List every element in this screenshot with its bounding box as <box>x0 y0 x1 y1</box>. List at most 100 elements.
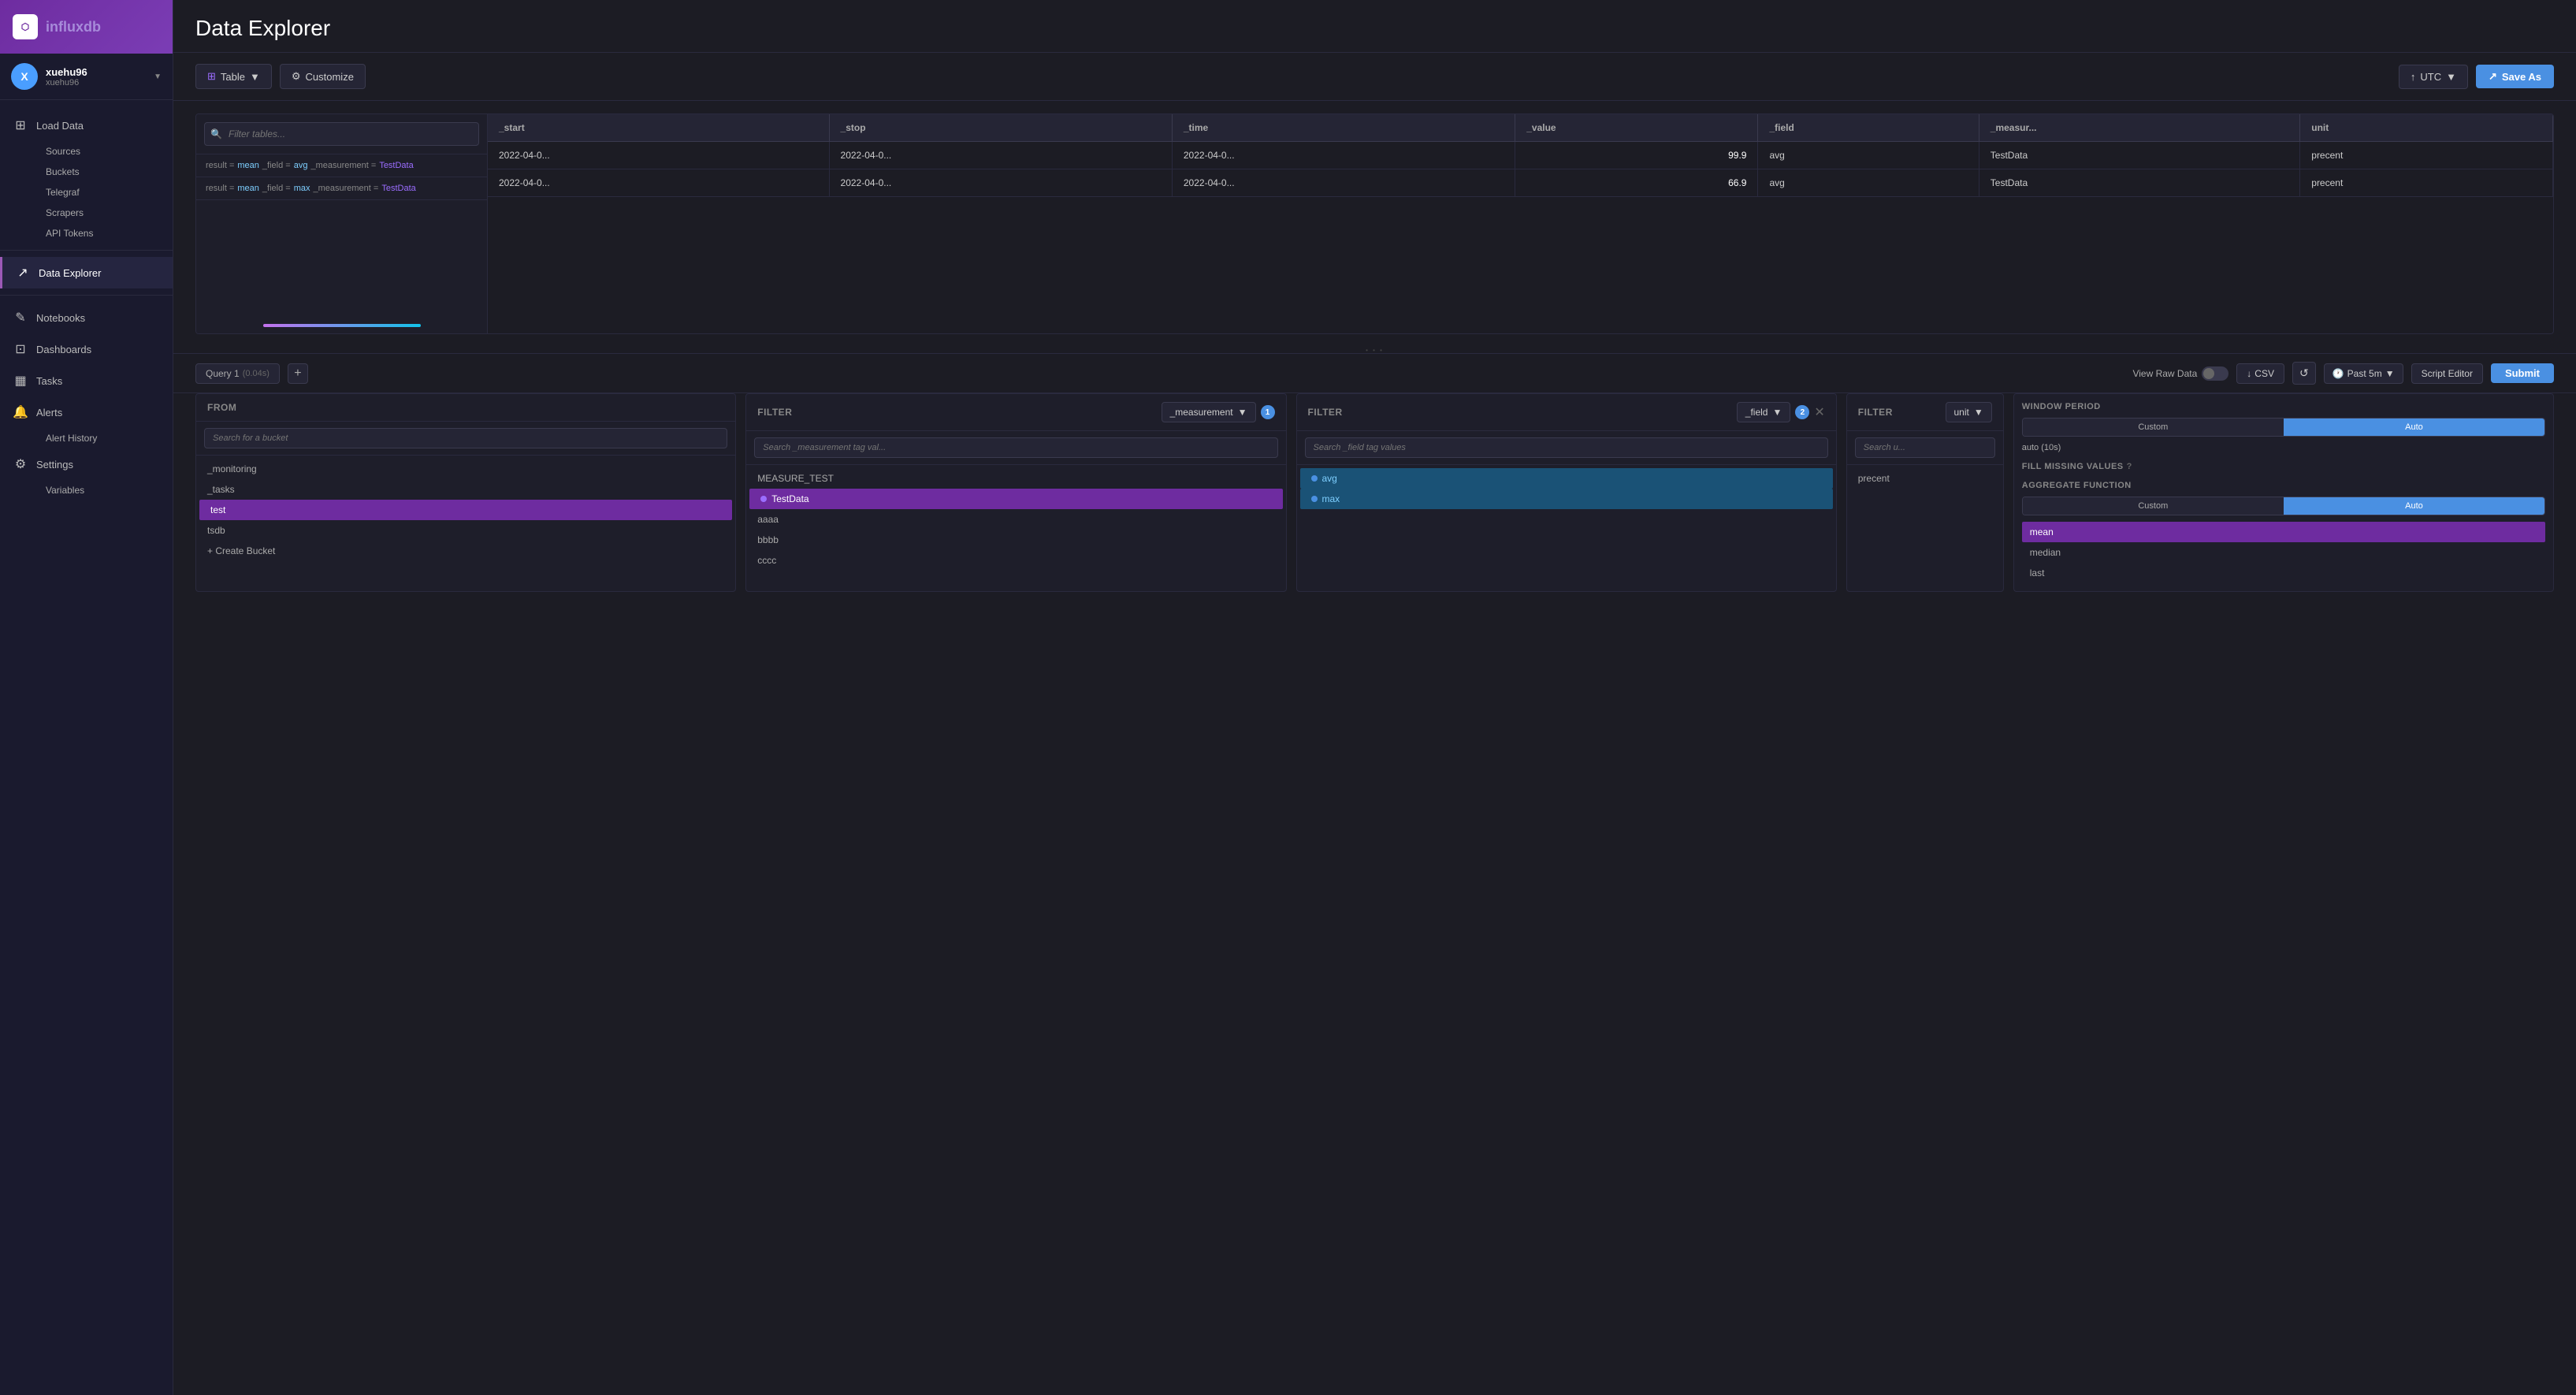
filter-measurement-panel: Filter _measurement ▼ 1 MEASURE_TEST Tes… <box>745 393 1286 592</box>
auto-period-text: auto (10s) <box>2022 443 2545 452</box>
from-panel-header: FROM <box>196 394 735 422</box>
filter-tables-panel: 🔍 result = mean _field = avg _measuremen… <box>196 114 488 333</box>
unit-field-selector[interactable]: unit ▼ <box>1946 402 1992 422</box>
from-panel-title: FROM <box>207 402 236 413</box>
sidebar-item-telegraf[interactable]: Telegraf <box>36 182 173 203</box>
measurement-item-measure-test[interactable]: MEASURE_TEST <box>746 468 1285 489</box>
table-grid-icon: ⊞ <box>207 70 216 83</box>
toggle-knob <box>2203 368 2214 379</box>
field-search-input[interactable] <box>1305 437 1828 458</box>
resize-handle[interactable]: • • • <box>173 347 2576 353</box>
field-item-avg[interactable]: avg <box>1300 468 1833 489</box>
window-auto-tab[interactable]: Auto <box>2284 418 2544 436</box>
query-1-tab[interactable]: Query 1 (0.04s) <box>195 363 280 384</box>
add-query-button[interactable]: + <box>288 363 308 384</box>
bucket-item-test[interactable]: test <box>199 500 732 520</box>
tasks-icon: ▦ <box>13 373 28 389</box>
measurement-item-bbbb[interactable]: bbbb <box>746 530 1285 550</box>
measurement-search-input[interactable] <box>754 437 1277 458</box>
sidebar-item-api-tokens[interactable]: API Tokens <box>36 223 173 244</box>
settings-icon: ⚙ <box>13 456 28 472</box>
sidebar-item-load-data[interactable]: ⊞ Load Data <box>0 110 173 141</box>
filter-field-close[interactable]: ✕ <box>1814 404 1824 420</box>
measurement-item-testdata[interactable]: TestData <box>749 489 1282 509</box>
table-row-item-1[interactable]: result = mean _field = avg _measurement … <box>196 154 487 177</box>
agg-item-median[interactable]: median <box>2022 542 2545 563</box>
cell-start-1: 2022-04-0... <box>488 142 829 169</box>
agg-custom-tab[interactable]: Custom <box>2023 497 2284 515</box>
time-range-button[interactable]: 🕐 Past 5m ▼ <box>2324 363 2403 384</box>
filter-tables-input[interactable] <box>204 122 479 146</box>
filter-measurement-items: MEASURE_TEST TestData aaaa bbbb cccc <box>746 465 1285 574</box>
sidebar-item-notebooks[interactable]: ✎ Notebooks <box>0 302 173 333</box>
bucket-item-monitoring[interactable]: _monitoring <box>196 459 735 479</box>
sidebar-item-sources[interactable]: Sources <box>36 141 173 162</box>
sidebar-item-data-explorer[interactable]: ↗ Data Explorer <box>0 257 173 288</box>
submit-button[interactable]: Submit <box>2491 363 2554 383</box>
sidebar-item-dashboards[interactable]: ⊡ Dashboards <box>0 333 173 365</box>
table-row-item-2[interactable]: result = mean _field = max _measurement … <box>196 177 487 200</box>
fill-missing-title: Fill missing values ? <box>2022 462 2545 471</box>
sidebar-item-alert-history[interactable]: Alert History <box>36 428 173 448</box>
user-menu[interactable]: X xuehu96 xuehu96 ▼ <box>0 54 173 100</box>
sidebar-item-variables[interactable]: Variables <box>36 480 173 500</box>
refresh-button[interactable]: ↺ <box>2292 362 2316 385</box>
field-item-max[interactable]: max <box>1300 489 1833 509</box>
col-value: _value <box>1515 114 1758 142</box>
measurement-item-aaaa[interactable]: aaaa <box>746 509 1285 530</box>
data-explorer-icon: ↗ <box>15 265 31 281</box>
filter-tables-search: 🔍 <box>196 114 487 154</box>
sidebar-item-tasks[interactable]: ▦ Tasks <box>0 365 173 396</box>
logo[interactable]: ⬡ influxdb <box>0 0 173 54</box>
field-field-selector[interactable]: _field ▼ <box>1737 402 1791 422</box>
filter-unit-title: Filter <box>1858 407 1893 418</box>
bucket-item-tsdb[interactable]: tsdb <box>196 520 735 541</box>
sidebar-item-scrapers[interactable]: Scrapers <box>36 203 173 223</box>
table-dropdown-icon: ▼ <box>250 71 260 83</box>
csv-button[interactable]: ↓ CSV <box>2236 363 2284 384</box>
gear-icon: ⚙ <box>292 70 301 83</box>
agg-item-mean[interactable]: mean <box>2022 522 2545 542</box>
unit-search-input[interactable] <box>1855 437 1995 458</box>
save-as-button[interactable]: ↗ Save As <box>2476 65 2554 88</box>
dropdown-icon: ▼ <box>1238 407 1247 418</box>
filter-unit-header: Filter unit ▼ <box>1847 394 2003 431</box>
from-panel-items: _monitoring _tasks test tsdb + Create Bu… <box>196 456 735 564</box>
measurement-field-selector[interactable]: _measurement ▼ <box>1162 402 1256 422</box>
table-view-button[interactable]: ⊞ Table ▼ <box>195 64 272 89</box>
nav: ⊞ Load Data Sources Buckets Telegraf Scr… <box>0 100 173 1395</box>
cell-time-1: 2022-04-0... <box>1172 142 1515 169</box>
chevron-down-icon: ▼ <box>154 73 162 81</box>
filter-field-title: Filter <box>1308 407 1343 418</box>
from-panel-search <box>196 422 735 456</box>
measurement-item-cccc[interactable]: cccc <box>746 550 1285 571</box>
col-time: _time <box>1172 114 1515 142</box>
window-custom-tab[interactable]: Custom <box>2023 418 2284 436</box>
sidebar-item-buckets[interactable]: Buckets <box>36 162 173 182</box>
agg-auto-tab[interactable]: Auto <box>2284 497 2544 515</box>
agg-item-last[interactable]: last <box>2022 563 2545 583</box>
logo-text: influxdb <box>46 19 101 35</box>
load-data-subnav: Sources Buckets Telegraf Scrapers API To… <box>0 141 173 244</box>
cell-time-2: 2022-04-0... <box>1172 169 1515 197</box>
user-name: xuehu96 <box>46 66 146 78</box>
unit-item-precent[interactable]: precent <box>1847 468 2003 489</box>
utc-button[interactable]: ↑ UTC ▼ <box>2399 65 2468 89</box>
download-icon: ↓ <box>2247 368 2251 379</box>
data-table-wrap: _start _stop _time _value _field _measur… <box>488 114 2553 333</box>
filter-measurement-badge: 1 <box>1261 405 1275 419</box>
create-bucket-button[interactable]: + Create Bucket <box>196 541 735 561</box>
sidebar-item-alerts[interactable]: 🔔 Alerts <box>0 396 173 428</box>
clock-icon: 🕐 <box>2333 368 2344 379</box>
filter-field-search <box>1297 431 1836 465</box>
bucket-search-input[interactable] <box>204 428 727 448</box>
view-raw-toggle-switch[interactable] <box>2202 366 2228 381</box>
scroll-indicator <box>263 324 421 327</box>
query-bar: Query 1 (0.04s) + View Raw Data ↓ CSV ↺ … <box>173 353 2576 393</box>
dashboards-icon: ⊡ <box>13 341 28 357</box>
customize-button[interactable]: ⚙ Customize <box>280 64 366 89</box>
selected-dot <box>760 496 767 502</box>
script-editor-button[interactable]: Script Editor <box>2411 363 2483 384</box>
sidebar-item-settings[interactable]: ⚙ Settings <box>0 448 173 480</box>
bucket-item-tasks[interactable]: _tasks <box>196 479 735 500</box>
